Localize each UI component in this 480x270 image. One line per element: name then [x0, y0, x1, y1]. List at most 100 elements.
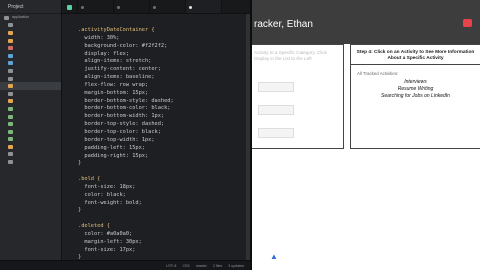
code-editor-window: Project application .activityDateContain… — [0, 0, 250, 270]
status-right-group: UTF-8 CSS master 2 files 3 updates — [166, 264, 250, 268]
page-title: racker, Ethan — [254, 19, 313, 30]
file-icon — [8, 30, 13, 35]
file-icon — [8, 144, 13, 149]
code-line[interactable]: font-size: 17px; — [78, 247, 246, 255]
all-activities-label: All Tracked Activities: — [357, 71, 399, 76]
tree-item[interactable] — [0, 120, 61, 128]
tree-item[interactable] — [0, 60, 61, 68]
tree-item[interactable] — [0, 44, 61, 52]
file-icon — [8, 106, 13, 111]
code-line[interactable]: align-items: stretch; — [78, 58, 246, 66]
status-git-branch[interactable]: master — [196, 264, 207, 268]
tree-item[interactable]: application — [0, 14, 61, 22]
tree-item[interactable] — [0, 128, 61, 136]
tree-item[interactable] — [0, 151, 61, 159]
code-line[interactable]: } — [78, 160, 246, 168]
tree-item[interactable] — [0, 98, 61, 106]
mouse-cursor-icon: ▲ — [270, 252, 278, 261]
header-logo-icon[interactable] — [463, 19, 472, 27]
category-button-1[interactable] — [258, 82, 294, 92]
code-line[interactable]: color: #a0a0a0; — [78, 231, 246, 239]
tree-item[interactable] — [0, 136, 61, 144]
file-icon — [8, 38, 13, 43]
browser-page: racker, Ethan Activity to a Specific Cat… — [252, 0, 480, 270]
activity-item[interactable]: Resume Writing — [351, 86, 480, 93]
activity-list: Interviews Resume Writing Searching for … — [351, 79, 480, 100]
file-icon — [8, 129, 13, 134]
tree-item[interactable] — [0, 113, 61, 121]
tree-item[interactable] — [0, 37, 61, 45]
code-line[interactable]: margin-bottom: 15px; — [78, 90, 246, 98]
editor-logo-tab[interactable] — [62, 0, 78, 13]
code-line[interactable]: border-bottom-style: dashed; — [78, 98, 246, 106]
editor-tab[interactable] — [78, 0, 114, 13]
code-line[interactable]: background-color: #f2f2f2; — [78, 43, 246, 51]
code-line[interactable]: padding-left: 15px; — [78, 145, 246, 153]
file-icon — [8, 76, 13, 81]
tree-item[interactable] — [0, 158, 61, 166]
tree-item[interactable] — [0, 82, 61, 90]
file-icon — [8, 99, 13, 104]
editor-tab-bar — [62, 0, 250, 14]
tree-item[interactable] — [0, 105, 61, 113]
status-files[interactable]: 2 files — [213, 264, 222, 268]
activity-item[interactable]: Interviews — [351, 79, 480, 86]
tree-item[interactable] — [0, 67, 61, 75]
code-line[interactable]: border-top-color: black; — [78, 129, 246, 137]
file-icon — [8, 122, 13, 127]
file-type-icon — [81, 6, 84, 9]
code-line[interactable]: flex-flow: row wrap; — [78, 82, 246, 90]
file-icon — [8, 114, 13, 119]
code-line[interactable]: border-top-style: dashed; — [78, 121, 246, 129]
file-icon — [8, 84, 13, 89]
code-line[interactable]: border-bottom-width: 1px; — [78, 113, 246, 121]
code-area[interactable]: .activityDateContainer { width: 30%; bac… — [78, 27, 246, 262]
file-icon — [8, 68, 13, 73]
file-icon — [8, 61, 13, 66]
tree-item[interactable] — [0, 143, 61, 151]
status-updates[interactable]: 3 updates — [228, 264, 244, 268]
code-line[interactable]: margin-left: 30px; — [78, 239, 246, 247]
tree-item[interactable] — [0, 75, 61, 83]
line-number-gutter — [62, 14, 76, 260]
category-button-2[interactable] — [258, 105, 294, 115]
code-line[interactable]: .activityDateContainer { — [78, 27, 246, 35]
code-line[interactable]: display: flex; — [78, 51, 246, 59]
file-icon — [8, 137, 13, 142]
editor-tab[interactable] — [114, 0, 150, 13]
status-encoding[interactable]: UTF-8 — [166, 264, 176, 268]
code-line[interactable]: justify-content: center; — [78, 66, 246, 74]
code-line[interactable]: .deleted { — [78, 223, 246, 231]
file-icon — [8, 160, 13, 165]
editor-tab[interactable] — [150, 0, 186, 13]
category-panel: Activity to a Specific Category. Click D… — [252, 44, 344, 149]
tree-item[interactable] — [0, 29, 61, 37]
code-line[interactable]: .bold { — [78, 176, 246, 184]
project-tree-title: Project — [0, 0, 61, 14]
code-line[interactable]: width: 30%; — [78, 35, 246, 43]
content-panels: Activity to a Specific Category. Click D… — [252, 44, 480, 270]
activity-panel: Step 4: Click on an Activity to See More… — [350, 44, 480, 149]
file-icon — [8, 91, 13, 96]
code-line[interactable]: border-bottom-color: black; — [78, 105, 246, 113]
code-line[interactable]: padding-right: 15px; — [78, 153, 246, 161]
tree-item[interactable] — [0, 22, 61, 30]
tree-item[interactable] — [0, 52, 61, 60]
code-line[interactable]: font-size: 18px; — [78, 184, 246, 192]
editor-scrollbar[interactable] — [246, 14, 250, 260]
code-line[interactable]: font-weight: bold; — [78, 200, 246, 208]
tree-item[interactable] — [0, 90, 61, 98]
scrollbar-thumb[interactable] — [246, 14, 250, 260]
code-line[interactable] — [78, 215, 246, 223]
editor-tab[interactable] — [186, 0, 222, 13]
code-line[interactable]: } — [78, 207, 246, 215]
code-line[interactable] — [78, 168, 246, 176]
code-line[interactable]: color: black; — [78, 192, 246, 200]
file-type-icon — [189, 6, 192, 9]
code-line[interactable]: align-items: baseline; — [78, 74, 246, 82]
code-line[interactable]: border-top-width: 1px; — [78, 137, 246, 145]
file-icon — [8, 53, 13, 58]
activity-item[interactable]: Searching for Jobs on LinkedIn — [351, 93, 480, 100]
category-button-3[interactable] — [258, 128, 294, 138]
status-language[interactable]: CSS — [182, 264, 189, 268]
